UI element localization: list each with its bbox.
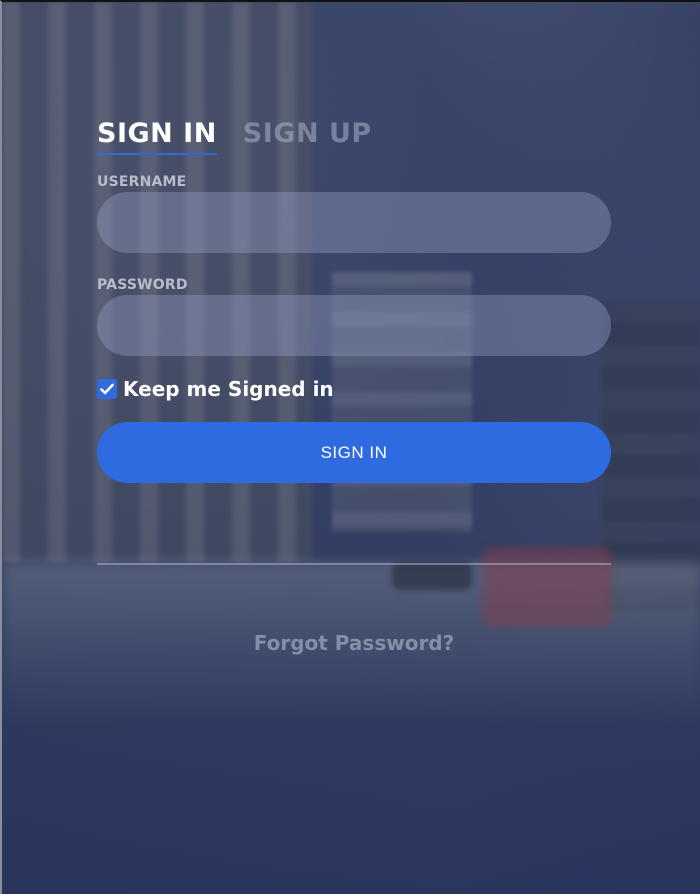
- username-label: USERNAME: [97, 174, 187, 190]
- login-panel: SIGN IN SIGN UP USERNAME PASSWORD Keep m…: [0, 0, 700, 894]
- tab-sign-in[interactable]: SIGN IN: [97, 118, 217, 155]
- password-label: PASSWORD: [97, 277, 188, 293]
- forgot-password-link[interactable]: Forgot Password?: [97, 631, 611, 655]
- sign-in-button[interactable]: SIGN IN: [97, 422, 611, 483]
- remember-me-row: Keep me Signed in: [97, 376, 611, 402]
- divider: [97, 563, 611, 565]
- tab-sign-up[interactable]: SIGN UP: [243, 118, 372, 153]
- remember-me-checkbox[interactable]: [97, 379, 117, 399]
- username-input[interactable]: [97, 192, 611, 253]
- password-input[interactable]: [97, 295, 611, 356]
- remember-me-label[interactable]: Keep me Signed in: [123, 377, 334, 401]
- checkmark-icon: [100, 383, 114, 395]
- login-form: SIGN IN SIGN UP USERNAME PASSWORD Keep m…: [97, 118, 611, 655]
- auth-tabs: SIGN IN SIGN UP: [97, 118, 611, 160]
